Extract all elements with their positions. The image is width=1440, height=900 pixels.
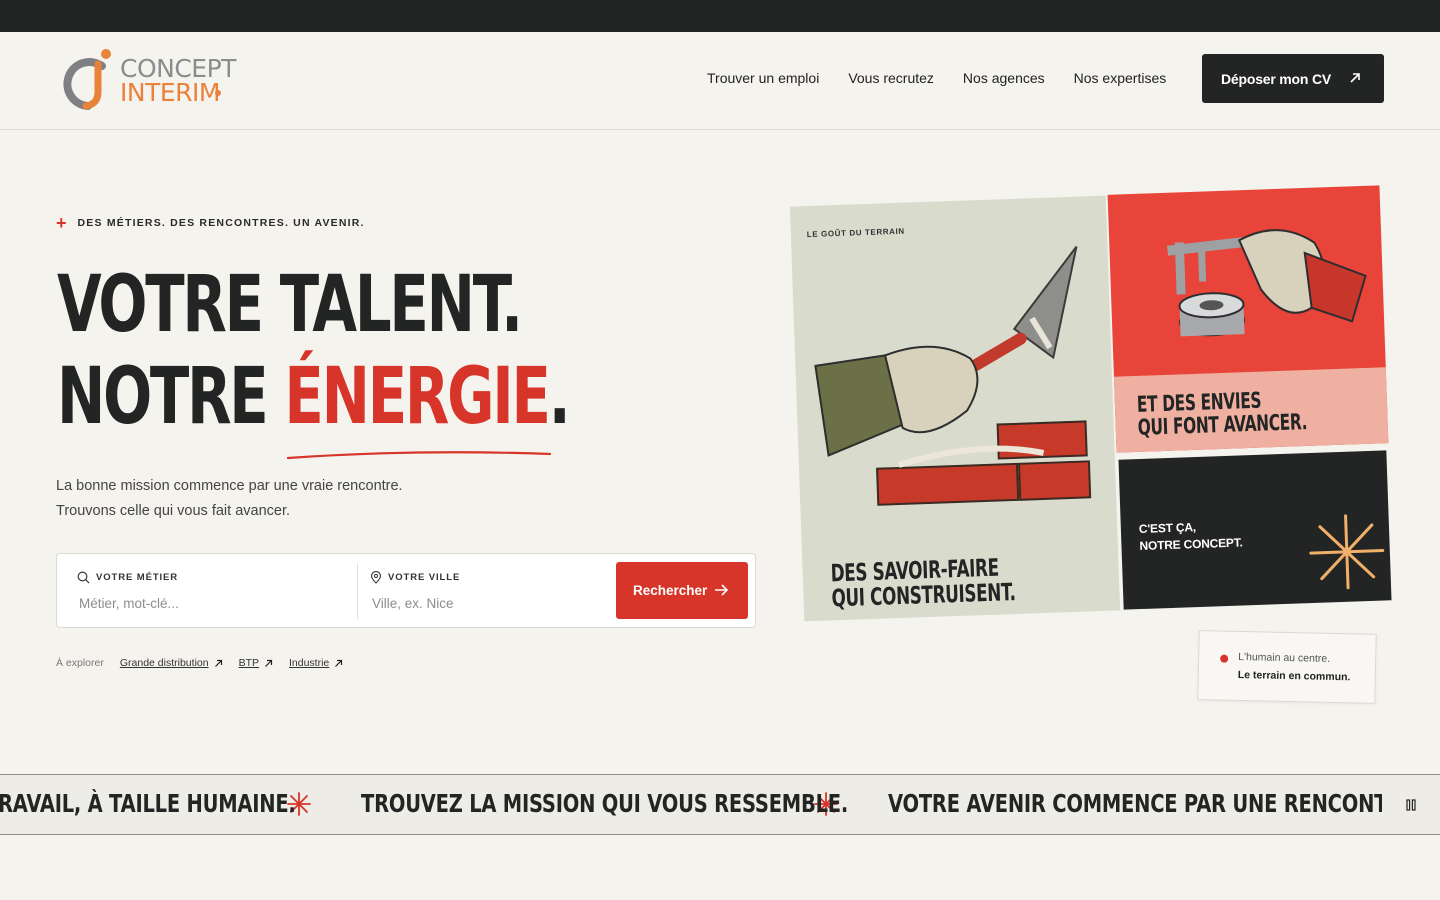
city-field: VOTRE VILLE [370, 554, 600, 627]
ticker-item: VOTRE AVENIR COMMENCE PAR UNE RENCONTRE. [888, 789, 1423, 818]
search-divider [357, 563, 358, 619]
job-field: VOTRE MÉTIER [77, 554, 337, 627]
note-line-1: L'humain au centre. [1238, 650, 1331, 665]
arrow-up-right-icon [265, 659, 273, 667]
search-icon [77, 571, 90, 584]
search-bar: VOTRE MÉTIER VOTRE VILLE Rechercher [56, 553, 756, 628]
arrow-right-icon [715, 584, 729, 596]
ticker-item: TROUVEZ LA MISSION QUI VOUS RESSEMBLE. [361, 789, 849, 818]
nav-item-nos-agences[interactable]: Nos agences [963, 70, 1045, 86]
arrow-up-right-icon [214, 659, 222, 667]
deposer-cv-label: Déposer mon CV [1221, 70, 1331, 87]
nav-item-vous-recrutez[interactable]: Vous recrutez [848, 70, 934, 86]
logo-dot [215, 90, 221, 96]
deposer-cv-button[interactable]: Déposer mon CV [1202, 54, 1384, 103]
hero-title-notre: NOTRE [57, 352, 285, 442]
card-tag: LE GOÛT DU TERRAIN [806, 226, 905, 240]
nav-item-nos-expertises[interactable]: Nos expertises [1074, 70, 1167, 86]
asterisk-star-icon [1309, 514, 1385, 590]
hero-title-line-2: NOTRE ÉNERGIE. [57, 358, 571, 436]
hero-title-period: . [548, 352, 571, 442]
explore-chip-btp[interactable]: BTP [239, 657, 273, 669]
card-concept-line: NOTRE CONCEPT. [1139, 535, 1243, 554]
hero-eyebrow: + DES MÉTIERS. DES RENCONTRES. UN AVENIR… [56, 214, 365, 232]
card-envies-title: ET DES ENVIES QUI FONT AVANCER. [1137, 388, 1308, 441]
job-label: VOTRE MÉTIER [77, 571, 178, 584]
city-input[interactable] [372, 592, 592, 614]
logo-word-interim: INTERIM [120, 78, 220, 107]
chip-label: BTP [238, 657, 259, 669]
card-savoir-faire-title: DES SAVOIR-FAIRE QUI CONSTRUISENT. [830, 554, 1016, 613]
chip-label: Industrie [289, 657, 330, 669]
explore-links: À explorer Grande distribution BTP Indus… [56, 657, 343, 669]
hero-lead-line-2: Trouvons celle qui vous fait avancer. [56, 503, 291, 519]
card-title-line: QUI FONT AVANCER. [1137, 410, 1308, 441]
nav-item-trouver-emploi[interactable]: Trouver un emploi [707, 70, 819, 86]
ticker-track: RAVAIL, À TAILLE HUMAINE. TROUVEZ LA MIS… [0, 789, 1423, 818]
caliper-illustration-icon [1167, 229, 1367, 337]
card-savoir-faire[interactable]: LE GOÛT DU TERRAIN DES SAVOIR-FAIRE QUI … [789, 195, 1121, 622]
pause-icon [1406, 799, 1416, 811]
explore-chip-industrie[interactable]: Industrie [289, 657, 343, 669]
card-envies[interactable]: ET DES ENVIES QUI FONT AVANCER. [1107, 185, 1389, 453]
chip-label: Grande distribution [119, 657, 209, 669]
job-label-text: VOTRE MÉTIER [96, 572, 179, 583]
job-input[interactable] [79, 592, 299, 614]
site-header: CONCEPT INTERIM Trouver un emploi Vous r… [0, 32, 1440, 130]
search-button-label: Rechercher [633, 583, 708, 598]
location-pin-icon [370, 571, 382, 584]
city-label-text: VOTRE VILLE [388, 572, 461, 583]
ticker-item: RAVAIL, À TAILLE HUMAINE. [0, 789, 296, 818]
explore-prefix: À explorer [56, 657, 104, 669]
hero-title-line-1: VOTRE TALENT. [57, 260, 523, 350]
title-underline-icon [286, 451, 552, 460]
search-button[interactable]: Rechercher [616, 562, 748, 619]
eyebrow-text: DES MÉTIERS. DES RENCONTRES. UN AVENIR. [77, 217, 365, 229]
hero-lead: La bonne mission commence par une vraie … [56, 474, 403, 524]
card-concept-text: C'EST ÇA, NOTRE CONCEPT. [1139, 517, 1243, 555]
city-label: VOTRE VILLE [370, 571, 460, 584]
arrow-up-right-icon [1350, 73, 1360, 83]
marquee-ticker: RAVAIL, À TAILLE HUMAINE. TROUVEZ LA MIS… [0, 774, 1440, 835]
main-nav: Trouver un emploi Vous recrutez Nos agen… [707, 70, 1166, 86]
red-dot-icon [1220, 654, 1229, 663]
sticky-note: L'humain au centre. Le terrain en commun… [1197, 630, 1377, 704]
card-concept[interactable]: C'EST ÇA, NOTRE CONCEPT. [1118, 450, 1392, 610]
ticker-pause-button[interactable] [1382, 775, 1440, 834]
note-line-2: Le terrain en commun. [1237, 668, 1351, 684]
explore-chip-grande-distribution[interactable]: Grande distribution [120, 657, 223, 669]
hero-title-energie: ÉNERGIE [284, 352, 551, 442]
hero-lead-line-1: La bonne mission commence par une vraie … [56, 478, 403, 494]
logo-mark-icon [63, 49, 111, 110]
trowel-bricks-illustration-icon [814, 246, 1092, 506]
top-bar [0, 0, 1440, 32]
arrow-up-right-icon [335, 659, 343, 667]
plus-icon: + [56, 213, 67, 233]
card-title-line: QUI CONSTRUISENT. [831, 578, 1016, 613]
logo[interactable]: CONCEPT INTERIM [58, 46, 248, 112]
